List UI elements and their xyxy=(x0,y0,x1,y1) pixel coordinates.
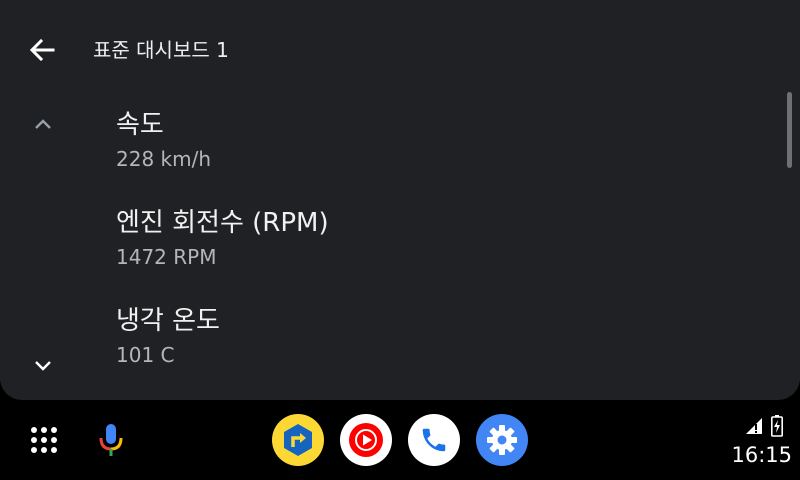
item-value: 1472 RPM xyxy=(116,245,217,269)
list-item: 냉각 온도 101 C xyxy=(116,302,756,400)
item-value: 228 km/h xyxy=(116,147,212,171)
phone-icon xyxy=(422,428,446,452)
phone-app-button[interactable] xyxy=(408,414,460,466)
youtube-music-button[interactable] xyxy=(340,414,392,466)
settings-icon xyxy=(487,425,517,455)
item-title: 엔진 회전수 (RPM) xyxy=(116,208,329,238)
app-grid-icon xyxy=(31,427,57,453)
item-title: 냉각 온도 xyxy=(116,306,220,336)
chevron-down-icon xyxy=(35,361,51,371)
navigation-app-icon xyxy=(277,419,319,461)
microphone-icon xyxy=(99,424,123,456)
battery-charging-icon xyxy=(771,415,783,437)
list-item: 엔진 회전수 (RPM) 1472 RPM xyxy=(116,204,756,302)
voice-assistant-button[interactable] xyxy=(94,420,128,460)
scroll-up-button[interactable] xyxy=(20,102,66,148)
list-item: 속도 228 km/h xyxy=(116,106,756,204)
status-area: 16:15 xyxy=(722,412,792,468)
dashboard-panel: 표준 대시보드 1 속도 228 km/h 엔진 회전수 (RPM) 1472 … xyxy=(0,0,800,400)
page-title: 표준 대시보드 1 xyxy=(93,38,229,62)
navigation-app-button[interactable] xyxy=(272,414,324,466)
app-launcher-button[interactable] xyxy=(26,422,62,458)
dashboard-list: 속도 228 km/h 엔진 회전수 (RPM) 1472 RPM 냉각 온도 … xyxy=(116,106,756,400)
item-value: 101 C xyxy=(116,343,175,367)
back-button[interactable] xyxy=(20,28,64,72)
cell-signal-icon xyxy=(746,418,762,434)
clock: 16:15 xyxy=(731,443,792,467)
item-title: 속도 xyxy=(116,110,164,140)
youtube-music-icon xyxy=(349,423,383,457)
scrollbar[interactable] xyxy=(787,92,792,168)
settings-app-button[interactable] xyxy=(476,414,528,466)
arrow-back-icon xyxy=(29,38,55,62)
chevron-up-icon xyxy=(35,119,51,129)
scroll-down-button[interactable] xyxy=(20,342,66,388)
